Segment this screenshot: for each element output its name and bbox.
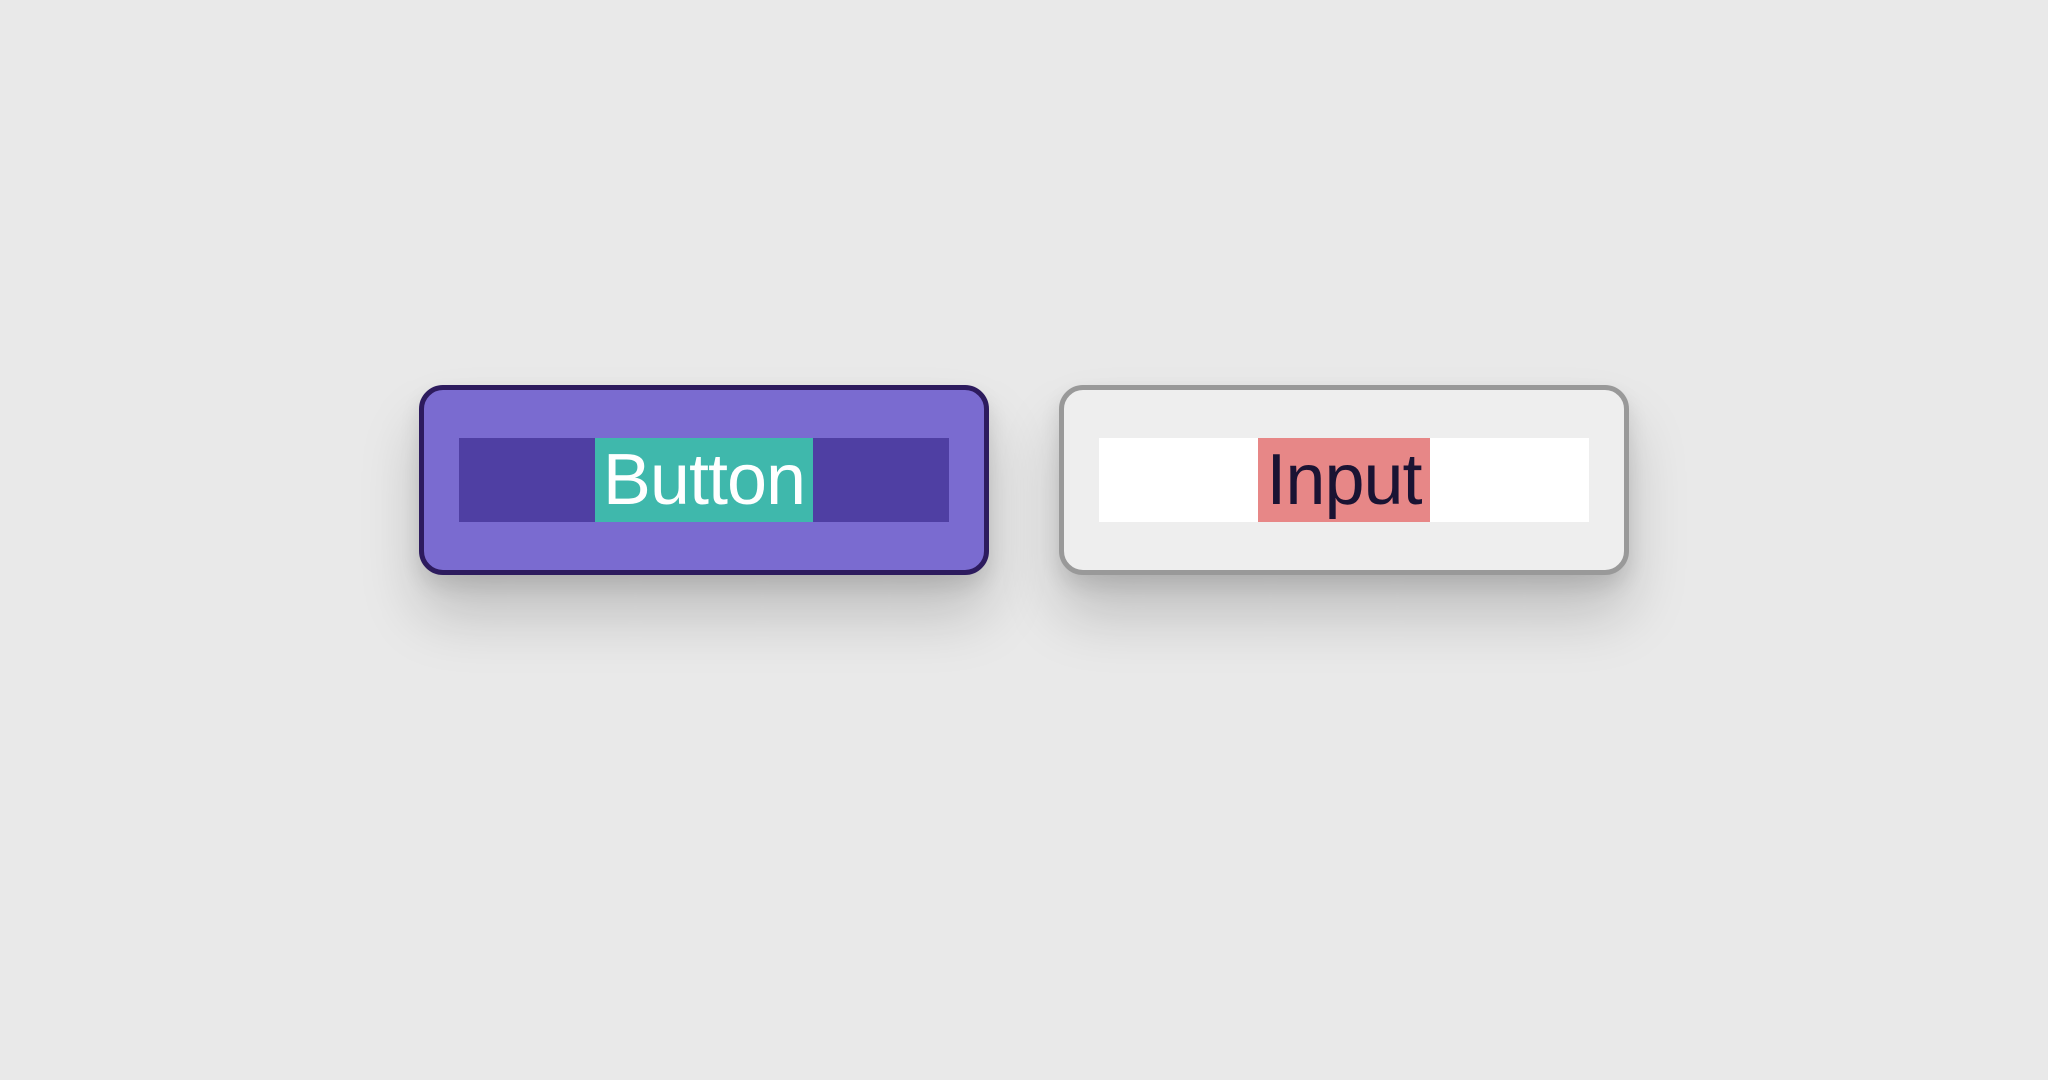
input-content-area: Input [1099, 438, 1589, 522]
input-element-illustration[interactable]: Input [1059, 385, 1629, 575]
input-label: Input [1258, 438, 1429, 522]
button-content-area: Button [459, 438, 949, 522]
button-element-illustration[interactable]: Button [419, 385, 989, 575]
diagram-container: Button Input [419, 385, 1629, 575]
button-label: Button [595, 438, 813, 522]
